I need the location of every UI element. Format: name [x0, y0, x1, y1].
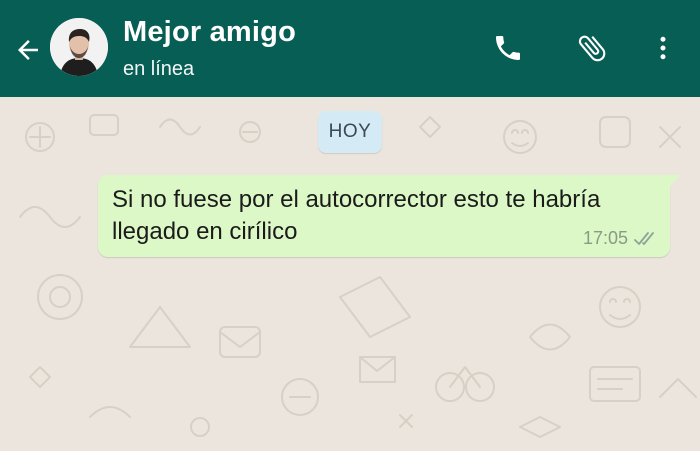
- paperclip-icon: [578, 35, 606, 62]
- phone-icon: [496, 36, 520, 60]
- back-arrow-icon: [18, 40, 38, 60]
- message-meta: 17:05: [583, 228, 658, 249]
- more-vert-icon: [660, 36, 666, 60]
- call-button[interactable]: [488, 28, 528, 68]
- avatar[interactable]: [50, 18, 108, 76]
- message-time: 17:05: [582, 228, 628, 248]
- bubble-tail: [669, 175, 681, 187]
- contact-name[interactable]: Mejor amigo: [123, 16, 296, 49]
- date-chip: HOY: [318, 111, 382, 153]
- message-text: Si no fuese por el autocorrector esto te…: [112, 186, 601, 245]
- contact-photo: [50, 18, 108, 76]
- contact-status: en línea: [123, 58, 195, 80]
- back-button[interactable]: [8, 30, 48, 70]
- attach-button[interactable]: [572, 28, 612, 68]
- more-options-button[interactable]: [643, 28, 683, 68]
- chat-header: Mejor amigo en línea: [0, 0, 700, 97]
- message-bubble-outgoing[interactable]: Si no fuese por el autocorrector esto te…: [98, 175, 681, 257]
- double-check-icon: [634, 231, 654, 245]
- chat-area[interactable]: HOY Si no fuese por el autocorrector est…: [0, 97, 700, 451]
